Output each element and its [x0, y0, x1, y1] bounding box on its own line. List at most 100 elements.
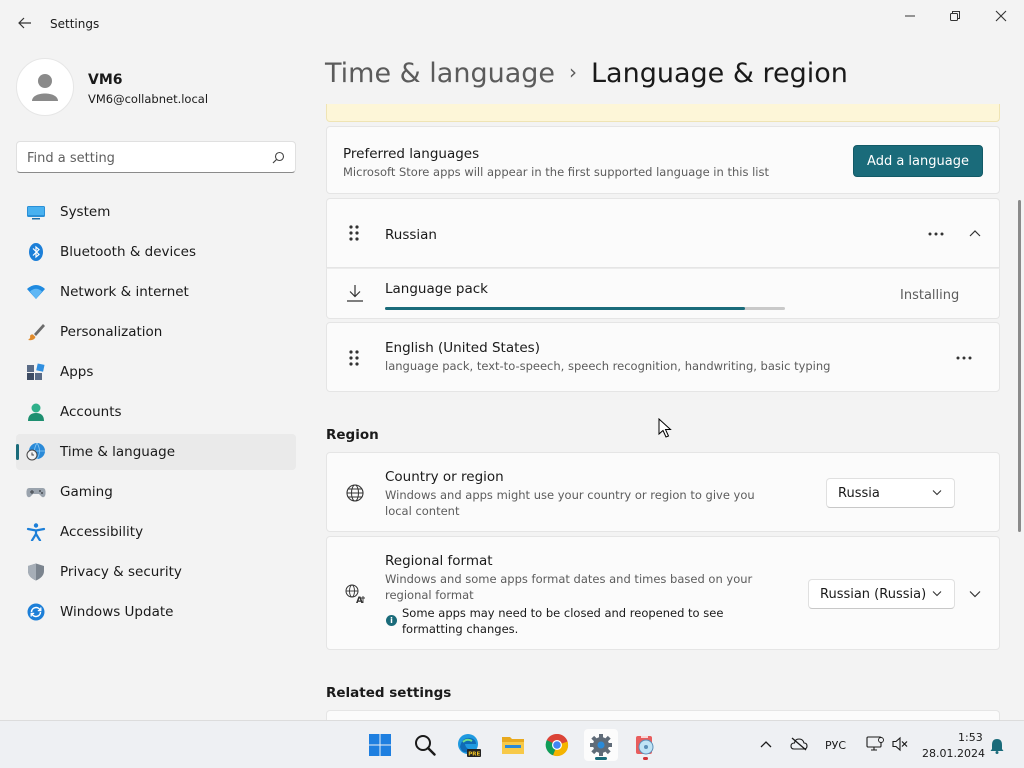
settings-icon	[590, 734, 612, 756]
sidebar-item-bluetooth[interactable]: Bluetooth & devices	[16, 234, 296, 270]
language-features: language pack, text-to-speech, speech re…	[385, 359, 831, 373]
taskbar-edge-button[interactable]: PRE	[452, 729, 486, 761]
attention-indicator	[643, 757, 648, 760]
restore-icon	[950, 11, 960, 21]
close-button[interactable]	[978, 4, 1024, 28]
sidebar-nav: System Bluetooth & devices Network & int…	[16, 194, 296, 634]
language-pack-label: Language pack	[385, 281, 488, 297]
minimize-button[interactable]	[887, 4, 933, 28]
accessibility-icon	[26, 523, 46, 541]
taskbar-settings-button[interactable]	[584, 729, 618, 761]
search-icon	[415, 735, 436, 756]
file-explorer-icon	[502, 737, 524, 754]
language-item-russian[interactable]: Russian	[326, 198, 1000, 268]
input-language-indicator[interactable]: РУС	[825, 739, 846, 752]
active-app-indicator	[595, 757, 607, 760]
app-title: Settings	[50, 17, 100, 31]
windows-start-icon	[369, 734, 391, 756]
sidebar-item-apps[interactable]: Apps	[16, 354, 296, 390]
preferred-languages-title: Preferred languages	[343, 146, 480, 162]
more-options-icon[interactable]	[928, 232, 944, 236]
sidebar-item-network[interactable]: Network & internet	[16, 274, 296, 310]
sidebar-item-gaming[interactable]: Gaming	[16, 474, 296, 510]
back-button[interactable]	[14, 12, 36, 34]
chevron-up-icon[interactable]	[969, 229, 981, 237]
notification-bell-icon[interactable]	[990, 738, 1004, 754]
sidebar-item-accounts[interactable]: Accounts	[16, 394, 296, 430]
svg-text:PRE: PRE	[468, 752, 480, 758]
language-pack-progress	[385, 307, 785, 310]
regional-format-select[interactable]: Russian (Russia)	[808, 579, 955, 609]
breadcrumb-parent[interactable]: Time & language	[325, 58, 555, 89]
page-title: Language & region	[591, 58, 848, 89]
restore-button[interactable]	[932, 4, 978, 28]
regional-format-card[interactable]: A Regional format Windows and some apps …	[326, 536, 1000, 650]
edge-preview-icon: PRE	[458, 734, 481, 758]
sidebar-item-personalization[interactable]: Personalization	[16, 314, 296, 350]
wifi-icon	[27, 285, 45, 299]
person-icon	[32, 74, 58, 101]
language-name: English (United States)	[385, 340, 540, 356]
drag-handle-icon[interactable]	[349, 225, 359, 241]
chevron-down-icon	[932, 591, 942, 597]
globe-clock-icon	[26, 443, 45, 461]
info-icon: i	[386, 615, 397, 626]
taskbar-chrome-button[interactable]	[540, 729, 574, 761]
cloud-offline-icon[interactable]	[790, 737, 808, 751]
chevron-down-icon[interactable]	[969, 590, 981, 598]
taskbar-media-player-button[interactable]	[628, 729, 662, 761]
arrow-left-icon	[18, 17, 31, 29]
search-icon[interactable]	[272, 151, 285, 164]
speaker-muted-icon[interactable]	[892, 736, 908, 752]
sidebar-item-accessibility[interactable]: Accessibility	[16, 514, 296, 550]
regional-format-value: Russian (Russia)	[820, 587, 927, 602]
title-bar: Settings	[0, 0, 1024, 48]
search-input[interactable]	[27, 148, 267, 168]
related-settings-title: Related settings	[326, 685, 452, 701]
mouse-cursor-icon	[658, 418, 672, 438]
clock-time[interactable]: 1:53	[958, 731, 983, 744]
formatting-notice: Some apps may need to be closed and reop…	[402, 606, 724, 636]
avatar[interactable]	[16, 58, 74, 116]
preferred-languages-description: Microsoft Store apps will appear in the …	[343, 165, 769, 179]
scrollbar-thumb[interactable]	[1018, 200, 1021, 532]
progress-fill	[385, 307, 745, 310]
sidebar-item-windows-update[interactable]: Windows Update	[16, 594, 296, 630]
taskbar: PRE РУС 1:53 28.01.2024	[0, 720, 1024, 768]
regional-format-description: Windows and some apps format dates and t…	[385, 572, 753, 602]
language-pack-row: Language pack Installing	[326, 268, 1000, 319]
add-language-button[interactable]: Add a language	[853, 145, 983, 177]
taskbar-search-button[interactable]	[408, 729, 442, 761]
country-select[interactable]: Russia	[826, 478, 955, 508]
sidebar-item-privacy[interactable]: Privacy & security	[16, 554, 296, 590]
more-options-icon[interactable]	[956, 356, 972, 360]
language-item-english[interactable]: English (United States) language pack, t…	[326, 322, 1000, 392]
network-icon[interactable]	[866, 736, 884, 752]
person-icon	[28, 403, 44, 421]
globe-icon	[346, 484, 364, 502]
country-region-title: Country or region	[385, 469, 504, 485]
taskbar-start-button[interactable]	[363, 729, 397, 761]
system-icon	[27, 206, 45, 220]
regional-format-title: Regional format	[385, 553, 493, 569]
brush-icon	[28, 324, 45, 341]
warning-banner	[326, 104, 1000, 122]
country-region-description: Windows and apps might use your country …	[385, 488, 755, 518]
region-section-title: Region	[326, 427, 379, 443]
gamepad-icon	[26, 488, 46, 498]
bluetooth-icon	[29, 243, 43, 261]
chevron-up-icon[interactable]	[760, 740, 772, 748]
media-player-icon	[636, 736, 654, 755]
close-icon	[995, 10, 1007, 22]
taskbar-file-explorer-button[interactable]	[496, 729, 530, 761]
sidebar-item-time-language[interactable]: Time & language	[16, 434, 296, 470]
country-select-value: Russia	[838, 486, 880, 501]
clock-date[interactable]: 28.01.2024	[922, 747, 985, 760]
profile-email: VM6@collabnet.local	[88, 92, 209, 106]
apps-icon	[27, 363, 45, 380]
search-box[interactable]	[16, 141, 296, 173]
chrome-icon	[545, 733, 569, 757]
sync-icon	[27, 603, 45, 621]
drag-handle-icon[interactable]	[349, 350, 359, 366]
sidebar-item-system[interactable]: System	[16, 194, 296, 230]
